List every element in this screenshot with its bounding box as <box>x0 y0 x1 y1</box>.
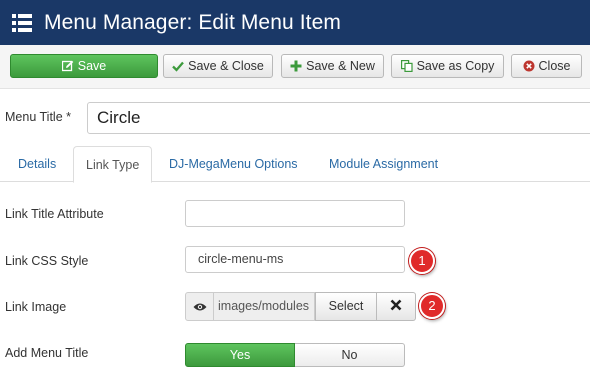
save-new-label: Save & New <box>306 59 375 73</box>
page-title: Menu Manager: Edit Menu Item <box>44 10 341 34</box>
link-image-field: images/modules Select <box>185 292 416 321</box>
clear-x-icon <box>390 299 402 314</box>
annotation-badge-2: 2 <box>419 293 445 319</box>
save-button[interactable]: Save <box>10 54 158 78</box>
menu-title-input[interactable]: Circle <box>87 102 590 134</box>
annotation-badge-1: 1 <box>409 248 435 274</box>
tab-module-assignment[interactable]: Module Assignment <box>317 146 450 182</box>
toolbar: Save Save & Close Save & New Save as Cop… <box>0 45 590 89</box>
list-menu-icon <box>0 0 44 45</box>
save-label: Save <box>77 59 107 73</box>
preview-eye-icon[interactable] <box>185 292 214 321</box>
link-css-style-label: Link CSS Style <box>5 254 89 268</box>
save-close-button[interactable]: Save & Close <box>163 54 273 78</box>
tab-details[interactable]: Details <box>6 146 68 182</box>
page-header: Menu Manager: Edit Menu Item <box>0 0 590 45</box>
link-image-label: Link Image <box>5 300 67 314</box>
save-copy-label: Save as Copy <box>416 59 495 73</box>
clear-image-button[interactable] <box>377 292 416 321</box>
edit-icon <box>61 60 74 72</box>
add-menu-title-toggle: Yes No <box>185 343 405 367</box>
link-title-attribute-label: Link Title Attribute <box>5 207 104 221</box>
close-label: Close <box>538 59 571 73</box>
tab-link-type[interactable]: Link Type <box>73 146 153 183</box>
toggle-no-button[interactable]: No <box>295 343 405 367</box>
menu-title-row: Menu Title * Circle <box>0 100 590 136</box>
link-image-path: images/modules <box>214 292 315 321</box>
tab-bar: Details Link Type DJ-MegaMenu Options Mo… <box>0 146 590 183</box>
select-image-button[interactable]: Select <box>315 292 377 321</box>
tab-dj-megamenu-options[interactable]: DJ-MegaMenu Options <box>157 146 310 182</box>
copy-icon <box>400 60 413 72</box>
close-circle-icon <box>523 60 535 72</box>
save-new-button[interactable]: Save & New <box>281 54 384 78</box>
link-css-style-input[interactable]: circle-menu-ms <box>185 246 405 273</box>
save-as-copy-button[interactable]: Save as Copy <box>391 54 504 78</box>
save-close-label: Save & Close <box>188 59 264 73</box>
link-title-attribute-input[interactable] <box>185 200 405 227</box>
close-button[interactable]: Close <box>511 54 582 78</box>
menu-title-label: Menu Title * <box>5 110 72 124</box>
toggle-yes-button[interactable]: Yes <box>185 343 295 367</box>
add-menu-title-label: Add Menu Title <box>5 346 89 360</box>
plus-icon <box>290 60 302 72</box>
check-icon <box>172 60 184 72</box>
